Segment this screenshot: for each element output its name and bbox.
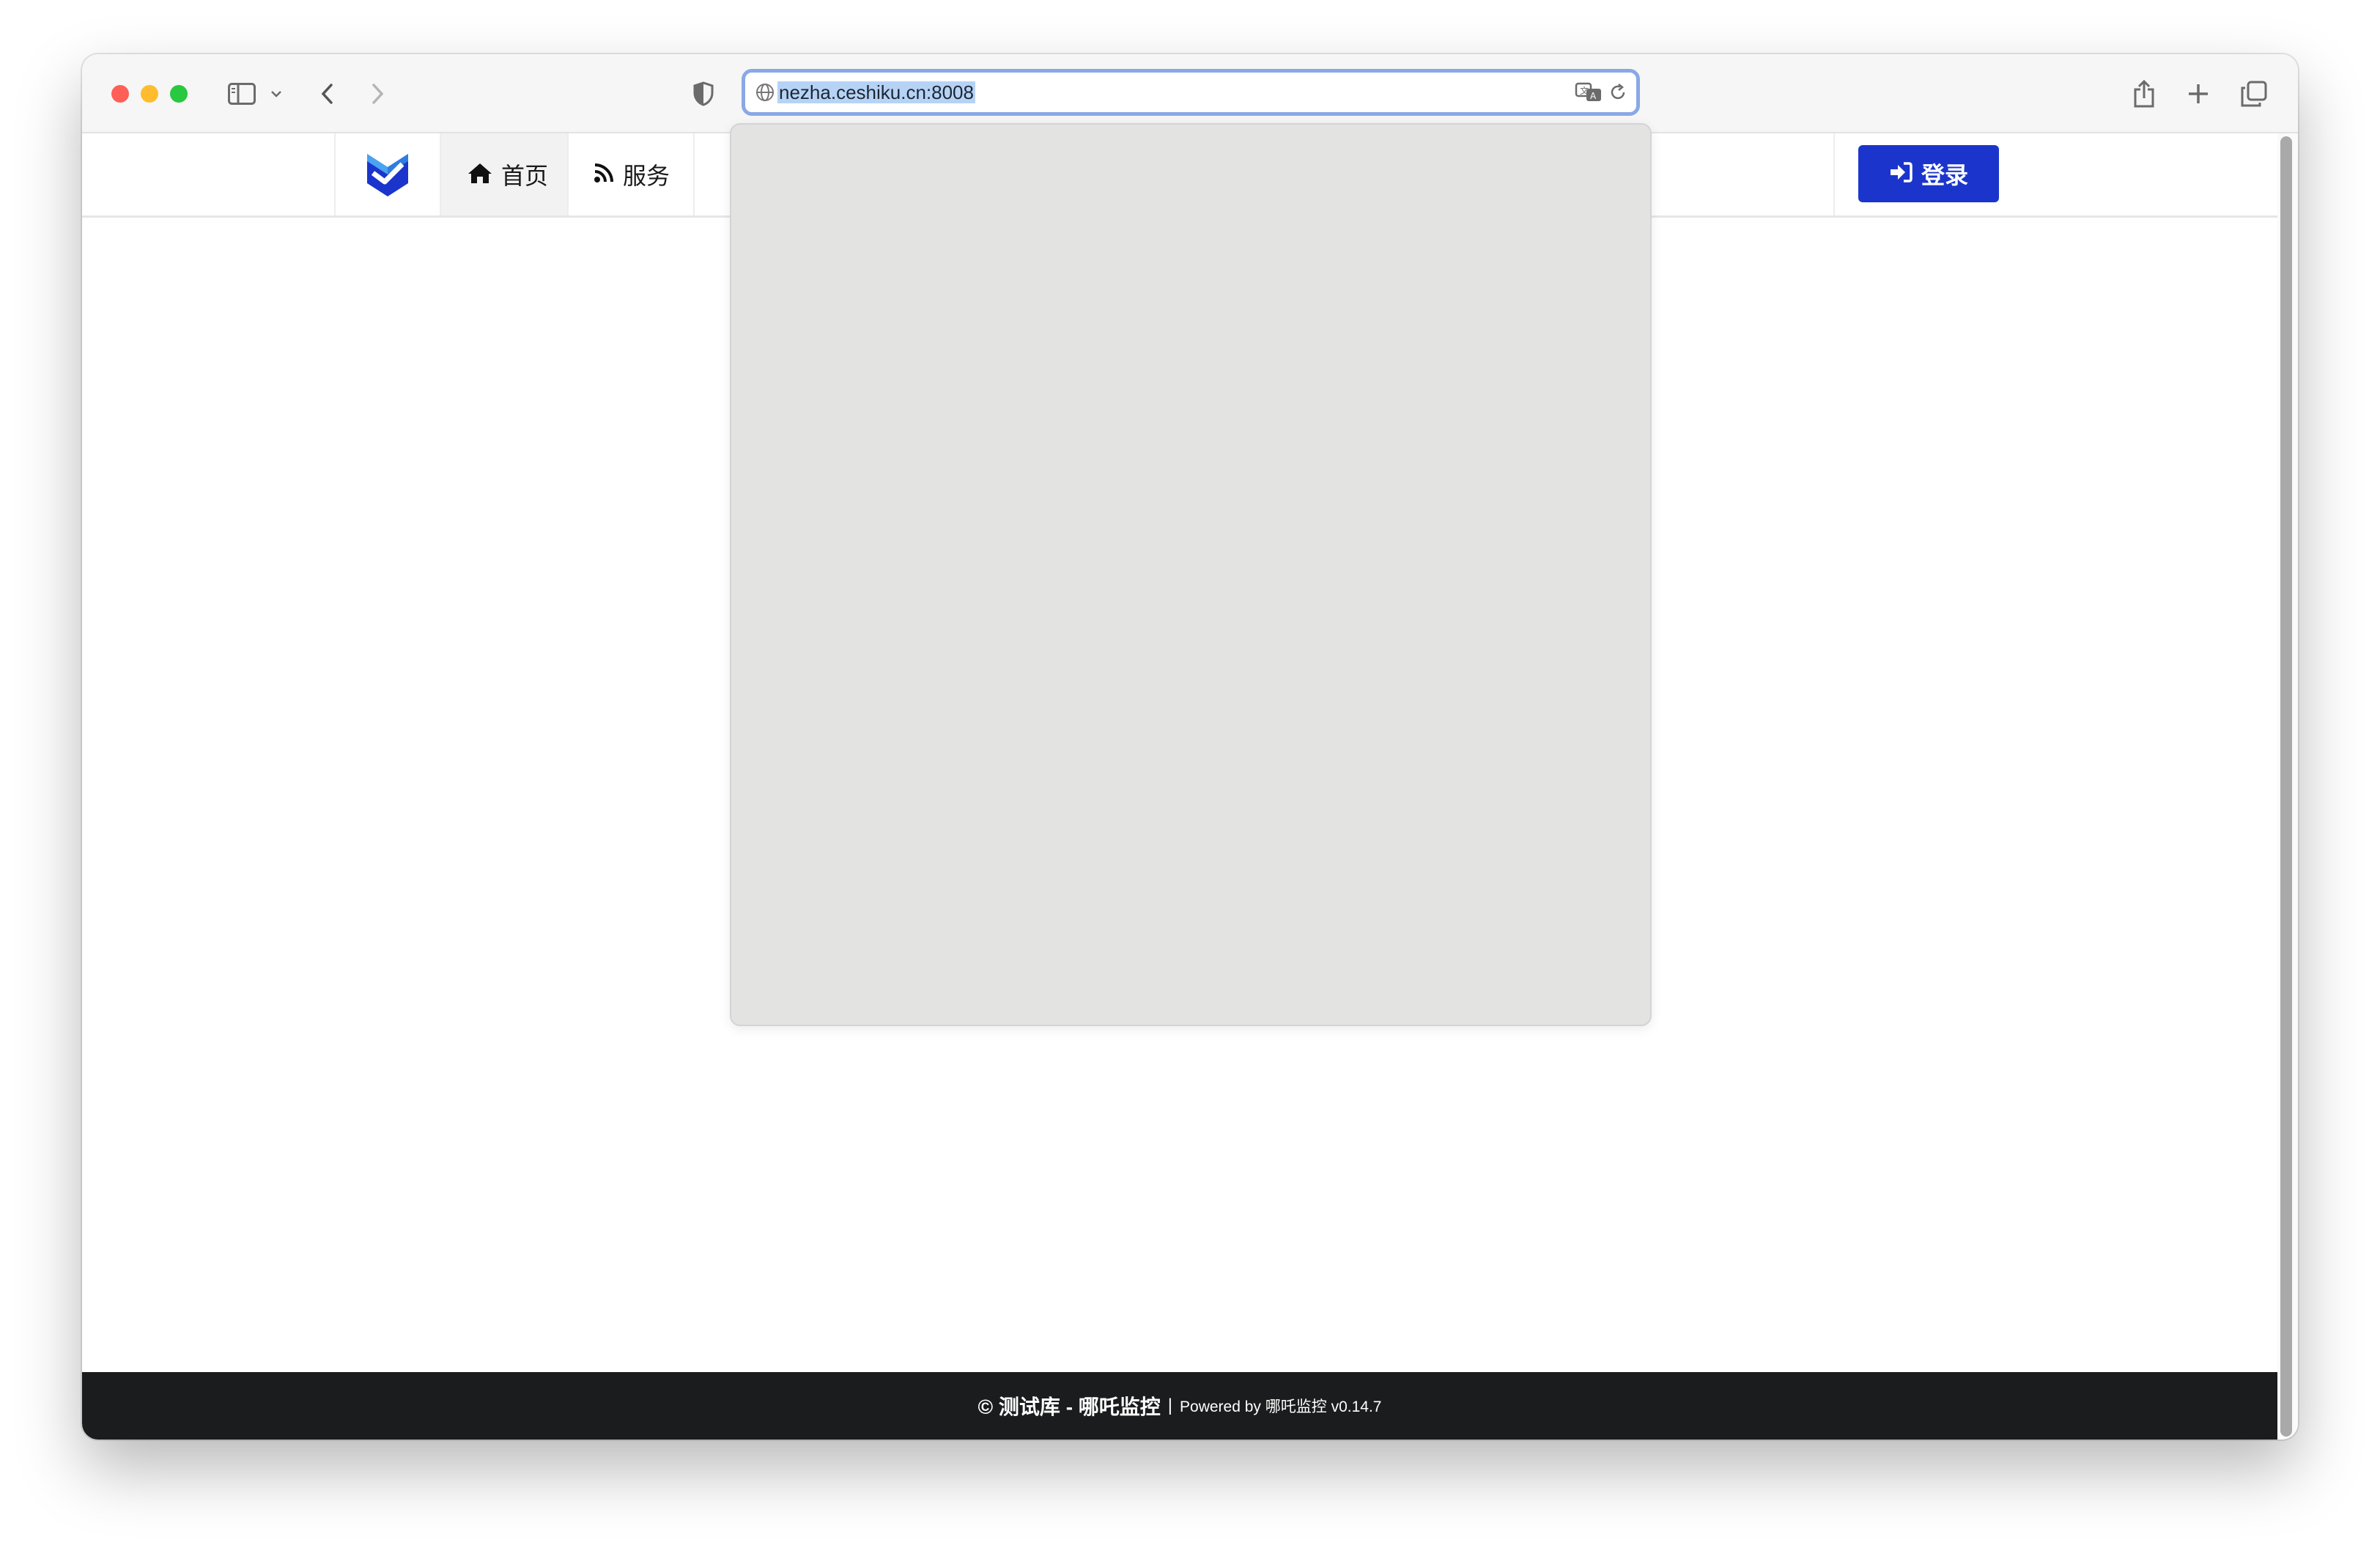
login-label: 登录 (1921, 162, 1968, 188)
login-button[interactable]: 登录 (1858, 145, 1999, 202)
translate-icon[interactable]: 文A (1575, 81, 1603, 107)
reload-icon[interactable] (1608, 83, 1627, 106)
share-icon[interactable] (2129, 75, 2159, 113)
globe-icon (755, 83, 775, 106)
browser-toolbar: nezha.ceshiku.cn:8008 文A (82, 54, 2298, 133)
home-icon (468, 162, 492, 188)
sidebar-icon[interactable] (220, 75, 264, 113)
footer-powered: Powered by 哪吒监控 v0.14.7 (1180, 1398, 1382, 1415)
zoom-window-button[interactable] (170, 85, 188, 103)
nav-divider (1833, 133, 1835, 215)
site-logo[interactable] (334, 133, 440, 215)
address-suggestions-dropdown (730, 123, 1652, 1026)
nav-service[interactable]: 服务 (567, 133, 695, 215)
browser-window: nezha.ceshiku.cn:8008 文A 首页 服务 登录 © 测试库 … (82, 54, 2298, 1440)
back-icon[interactable] (312, 75, 341, 113)
url-text[interactable]: nezha.ceshiku.cn:8008 (777, 81, 975, 103)
nav-home[interactable]: 首页 (440, 133, 567, 215)
address-bar[interactable]: nezha.ceshiku.cn:8008 文A (742, 69, 1640, 116)
minimize-window-button[interactable] (141, 85, 158, 103)
tabs-icon[interactable] (2239, 75, 2269, 113)
svg-text:A: A (1590, 91, 1597, 101)
nav-home-label: 首页 (501, 163, 549, 189)
plus-icon[interactable] (2184, 75, 2213, 113)
rss-icon (594, 163, 614, 187)
close-window-button[interactable] (111, 85, 129, 103)
chevron-down-icon[interactable] (265, 75, 287, 113)
site-footer: © 测试库 - 哪吒监控 | Powered by 哪吒监控 v0.14.7 (82, 1372, 2277, 1440)
sign-in-icon (1889, 161, 1912, 186)
svg-text:文: 文 (1580, 85, 1589, 96)
footer-copyright: © 测试库 - 哪吒监控 (978, 1396, 1161, 1418)
forward-icon[interactable] (363, 75, 393, 113)
nav-service-label: 服务 (623, 163, 670, 189)
scrollbar[interactable] (2280, 136, 2292, 1437)
shield-icon[interactable] (689, 75, 718, 113)
footer-separator: | (1167, 1396, 1173, 1415)
